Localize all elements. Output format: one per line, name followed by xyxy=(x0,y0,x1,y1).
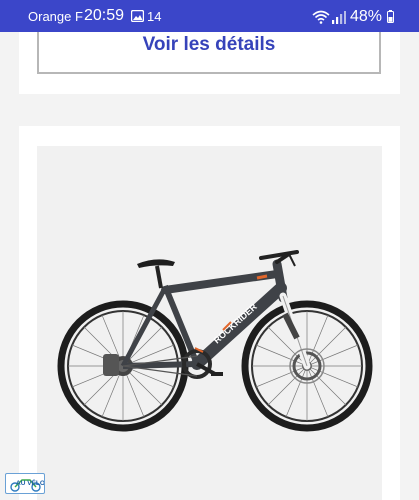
status-bar: Orange F 20:59 14 48% xyxy=(0,0,419,32)
battery-percent: 48% xyxy=(350,8,383,25)
notification-count: 14 xyxy=(147,9,162,24)
battery-icon xyxy=(387,10,394,23)
signal-icon xyxy=(332,11,346,24)
carrier-name: Orange F xyxy=(28,9,83,24)
details-card: Voir les détails xyxy=(19,32,400,94)
gallery-icon xyxy=(131,10,144,22)
product-image-frame[interactable]: ROCKRIDER xyxy=(37,146,382,500)
saddle xyxy=(137,259,175,289)
product-card: ROCKRIDER xyxy=(19,126,400,500)
badge-text: AU VÉLO xyxy=(16,478,44,487)
mountain-bike-image: ROCKRIDER xyxy=(57,250,373,432)
bike-logo-icon: AU VÉLO xyxy=(10,478,44,492)
au-velo-logo[interactable]: AU VÉLO xyxy=(5,473,45,494)
clock: 20:59 xyxy=(84,7,125,24)
wifi-icon xyxy=(312,10,330,24)
see-details-button[interactable]: Voir les détails xyxy=(37,32,381,74)
